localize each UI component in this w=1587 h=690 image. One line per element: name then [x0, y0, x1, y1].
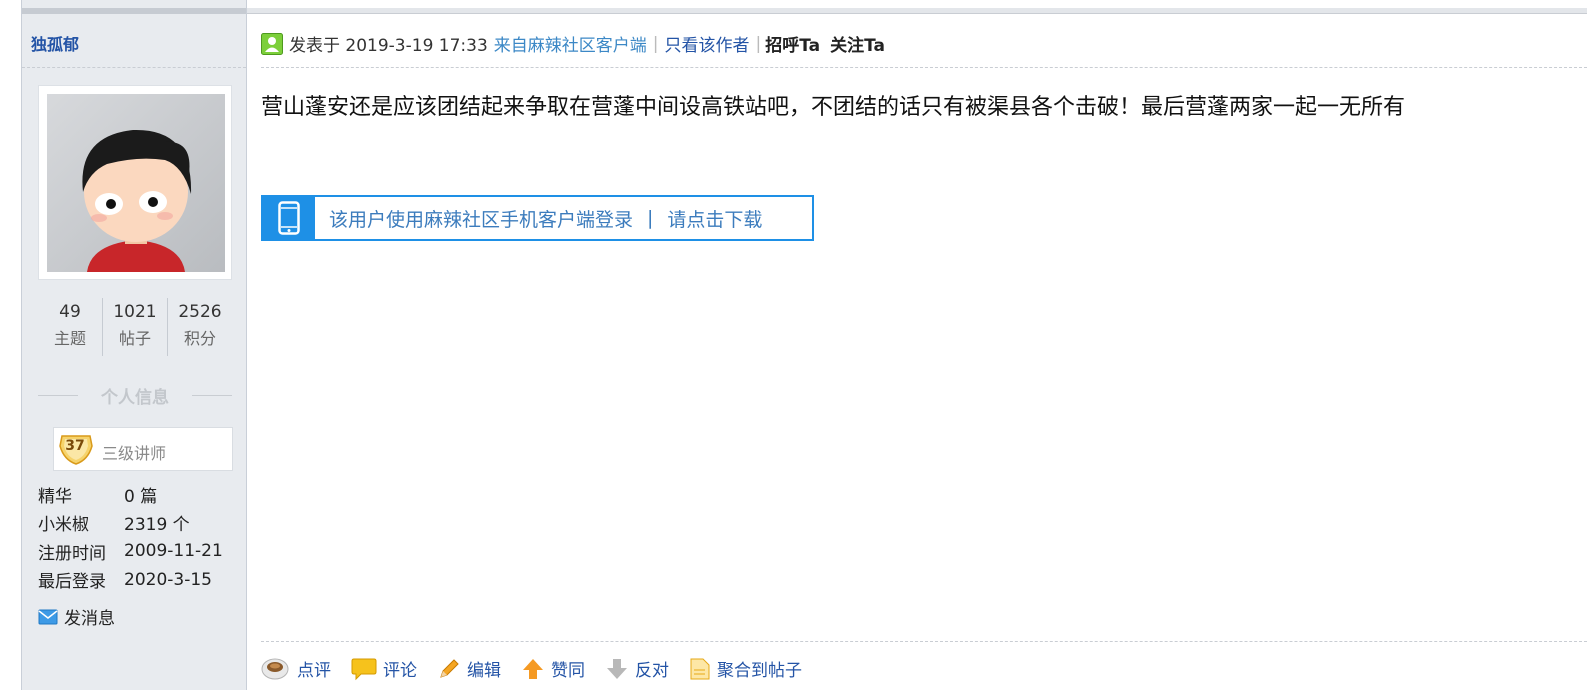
action-label: 聚合到帖子 — [717, 661, 802, 681]
divider — [261, 641, 1587, 642]
rank-title: 三级讲师 — [102, 444, 167, 463]
rate-button[interactable]: 点评 — [261, 656, 331, 681]
avatar[interactable] — [38, 85, 232, 280]
separator: | — [755, 33, 762, 54]
field-register-date: 注册时间 2009-11-21 — [38, 537, 238, 566]
send-message-label: 发消息 — [64, 609, 115, 629]
greet-link[interactable]: 招呼Ta — [765, 31, 820, 56]
teacup-icon — [261, 658, 289, 679]
thumb-down-arrow-icon — [607, 658, 627, 679]
sidebar-top-bar — [22, 8, 246, 14]
field-value: 0 篇 — [124, 486, 158, 507]
thumb-up-arrow-icon — [523, 658, 543, 679]
stat-label: 帖子 — [118, 329, 151, 348]
field-digest: 精华 0 篇 — [38, 480, 238, 509]
banner-download-link[interactable]: 请点击下载 — [667, 205, 762, 232]
field-key: 注册时间 — [38, 543, 106, 564]
banner-icon-cell — [263, 197, 315, 239]
user-rank-badge: 37 三级讲师 — [53, 427, 233, 471]
banner-text: 该用户使用麻辣社区手机客户端登录 — [329, 208, 634, 231]
post-body-text: 营山蓬安还是应该团结起来争取在营蓬中间设高铁站吧，不团结的话只有被渠县各个击破！… — [261, 95, 1406, 120]
action-label: 编辑 — [467, 661, 501, 681]
divider — [22, 67, 246, 68]
action-label: 赞同 — [551, 661, 585, 681]
post-source-link[interactable]: 来自麻辣社区客户端 — [494, 31, 647, 56]
online-user-icon — [261, 32, 283, 55]
oppose-button[interactable]: 反对 — [605, 656, 669, 681]
author-sidebar: 独孤郁 49 主题 1021 帖子 2526 积分 个人信息 37 三级讲师 精… — [21, 0, 247, 690]
stat-topics[interactable]: 49 主题 — [38, 298, 102, 356]
avatar-image — [47, 94, 225, 272]
user-stats: 49 主题 1021 帖子 2526 积分 — [38, 298, 232, 356]
stat-value: 2526 — [178, 302, 222, 322]
agree-button[interactable]: 赞同 — [521, 656, 585, 681]
field-value: 2009-11-21 — [124, 541, 223, 562]
field-key: 最后登录 — [38, 572, 106, 593]
profile-fields: 精华 0 篇 小米椒 2319 个 注册时间 2009-11-21 最后登录 2… — [38, 480, 238, 594]
edit-button[interactable]: 编辑 — [437, 656, 501, 681]
action-label: 反对 — [635, 661, 669, 681]
pencil-icon — [440, 658, 459, 678]
only-author-link[interactable]: 只看该作者 — [665, 31, 750, 56]
speech-bubble-icon — [351, 658, 377, 680]
stat-points[interactable]: 2526 积分 — [167, 298, 232, 356]
field-value: 2020-3-15 — [124, 569, 212, 590]
stat-label: 主题 — [53, 329, 86, 348]
rank-level: 37 — [65, 438, 85, 454]
mobile-phone-icon — [278, 201, 300, 235]
field-pepper: 小米椒 2319 个 — [38, 509, 238, 538]
post-top-bar — [247, 8, 1587, 14]
envelope-icon — [38, 609, 58, 624]
document-icon — [690, 658, 710, 679]
follow-link[interactable]: 关注Ta — [830, 31, 885, 56]
mobile-client-banner[interactable]: 该用户使用麻辣社区手机客户端登录 | 请点击下载 — [261, 195, 814, 241]
stat-posts[interactable]: 1021 帖子 — [102, 298, 167, 356]
post-actions: 点评 评论 编辑 赞同 反对 聚合到帖子 — [261, 656, 822, 681]
action-label: 评论 — [383, 661, 417, 681]
stat-value: 49 — [59, 302, 81, 322]
send-message-link[interactable]: 发消息 — [38, 604, 115, 629]
separator: | — [652, 33, 659, 54]
field-key: 精华 — [38, 486, 72, 507]
comment-button[interactable]: 评论 — [351, 656, 417, 681]
stat-value: 1021 — [113, 302, 157, 322]
divider — [261, 67, 1587, 68]
field-key: 小米椒 — [38, 515, 89, 536]
banner-divider: | — [647, 207, 654, 229]
field-value: 2319 个 — [124, 515, 190, 536]
action-label: 点评 — [297, 661, 331, 681]
stat-label: 积分 — [183, 329, 216, 348]
divider — [192, 395, 232, 396]
field-last-login: 最后登录 2020-3-15 — [38, 566, 238, 595]
author-username-link[interactable]: 独孤郁 — [31, 31, 79, 55]
post-date: 发表于 2019-3-19 17:33 — [289, 36, 488, 56]
aggregate-to-thread-button[interactable]: 聚合到帖子 — [689, 656, 802, 681]
post-meta: 发表于 2019-3-19 17:33 来自麻辣社区客户端 | 只看该作者 | … — [261, 31, 885, 56]
